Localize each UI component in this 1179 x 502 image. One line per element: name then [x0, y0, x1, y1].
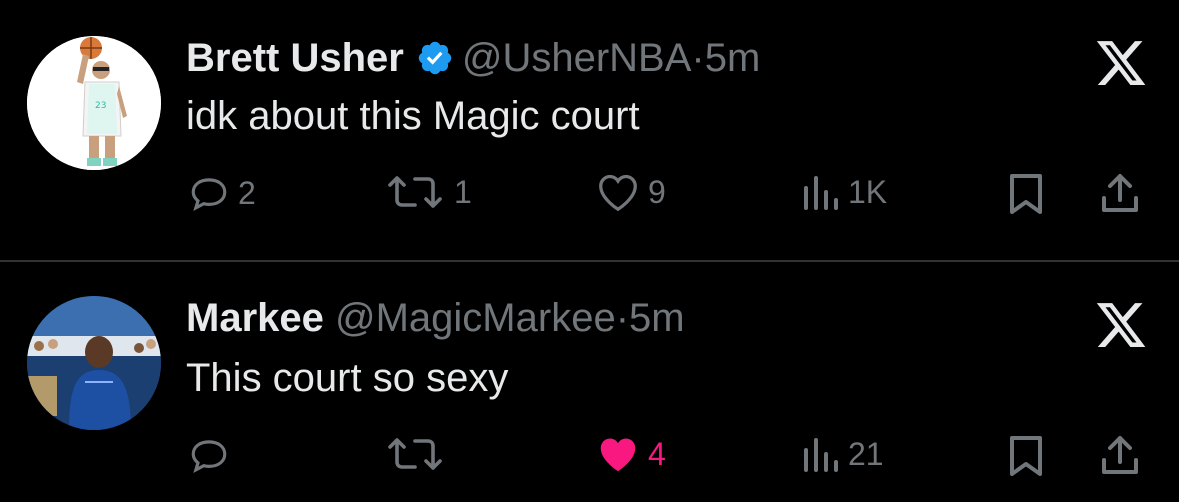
share-button[interactable] [1098, 172, 1142, 216]
bookmark-icon [1010, 174, 1042, 214]
views-button[interactable]: 21 [800, 434, 884, 474]
x-logo-icon [1093, 298, 1149, 352]
separator-dot: · [615, 296, 630, 340]
tweet-text: idk about this Magic court [186, 94, 640, 138]
heart-filled-icon [600, 438, 636, 472]
retweet-icon [388, 176, 442, 208]
bookmark-icon [1010, 436, 1042, 476]
user-handle[interactable]: @UsherNBA [462, 36, 692, 80]
retweet-button[interactable]: 1 [384, 172, 472, 212]
bookmark-button[interactable] [1008, 434, 1044, 478]
share-icon [1102, 436, 1138, 474]
views-count: 1K [848, 173, 888, 210]
bookmark-button[interactable] [1008, 172, 1044, 216]
x-logo-icon [1093, 36, 1149, 90]
reply-icon [191, 178, 227, 212]
tweet-card[interactable]: 23 Brett Usher @UsherNBA·5m idk about thi… [0, 0, 1179, 261]
tweet-feed: 23 Brett Usher @UsherNBA·5m idk about thi… [0, 0, 1179, 502]
avatar[interactable] [27, 296, 161, 430]
display-name[interactable]: Brett Usher [186, 36, 404, 80]
retweet-count: 1 [454, 173, 472, 210]
like-count: 4 [648, 435, 666, 472]
views-chart-icon [804, 438, 838, 472]
verified-badge-icon [416, 39, 454, 86]
views-chart-icon [804, 176, 838, 210]
user-handle[interactable]: @MagicMarkee [335, 296, 616, 340]
timestamp[interactable]: 5m [705, 36, 761, 80]
like-button[interactable]: 4 [596, 434, 666, 474]
share-button[interactable] [1098, 434, 1142, 478]
retweet-icon [388, 438, 442, 470]
separator-dot: · [691, 36, 705, 80]
like-button[interactable]: 9 [596, 172, 666, 212]
views-count: 21 [848, 435, 884, 472]
svg-text:23: 23 [95, 101, 106, 111]
tweet-header: Markee @MagicMarkee·5m [186, 296, 685, 340]
reply-button[interactable]: 2 [188, 172, 256, 214]
tweet-card[interactable]: Markee @MagicMarkee·5m This court so sex… [0, 262, 1179, 502]
display-name[interactable]: Markee [186, 296, 324, 340]
avatar[interactable]: 23 [27, 36, 161, 170]
heart-icon [599, 174, 637, 212]
retweet-button[interactable] [384, 434, 454, 474]
tweet-text: This court so sexy [186, 356, 509, 400]
reply-count: 2 [238, 174, 256, 211]
reply-icon [191, 440, 227, 474]
timestamp[interactable]: 5m [629, 296, 685, 340]
views-button[interactable]: 1K [800, 172, 887, 212]
like-count: 9 [648, 173, 666, 210]
share-icon [1102, 174, 1138, 212]
reply-button[interactable] [188, 434, 238, 476]
tweet-header: Brett Usher @UsherNBA·5m [186, 36, 760, 86]
